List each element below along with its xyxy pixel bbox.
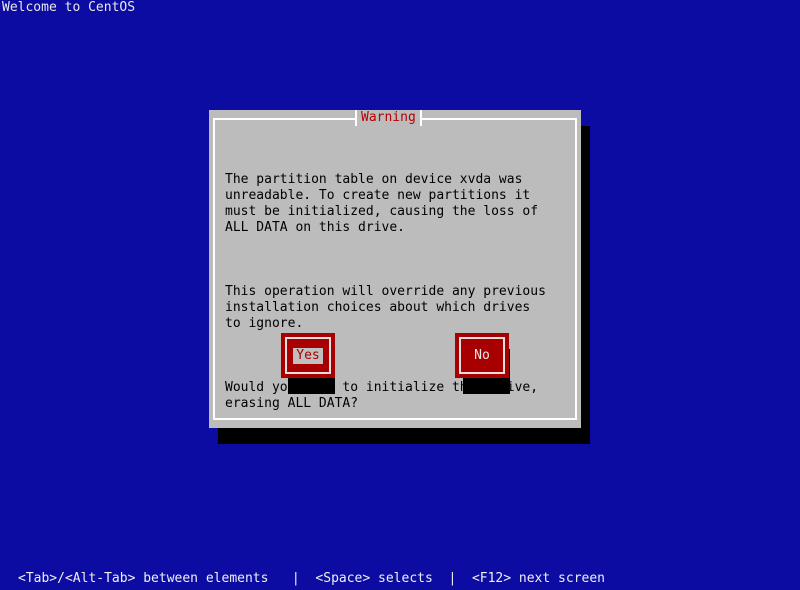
dialog-message: The partition table on device xvda was u… [225,140,570,460]
no-button[interactable]: No [455,333,509,378]
confirm-question: Would you like to initialize this drive,… [225,380,539,411]
yes-button-frame: Yes [285,337,331,374]
no-button-label: No [474,347,490,363]
no-button-frame: No [459,337,505,374]
warning-dialog: Warning The partition table on device xv… [209,110,581,428]
screen-title: Welcome to CentOS [2,0,136,15]
dialog-title: Warning [355,110,422,126]
yes-button[interactable]: Yes [281,333,335,378]
keyboard-help-bar: <Tab>/<Alt-Tab> between elements | <Spac… [18,571,605,586]
warning-paragraph-override: This operation will override any previou… [225,284,546,331]
yes-button-label: Yes [293,347,323,364]
warning-paragraph-partition: The partition table on device xvda was u… [225,172,539,235]
